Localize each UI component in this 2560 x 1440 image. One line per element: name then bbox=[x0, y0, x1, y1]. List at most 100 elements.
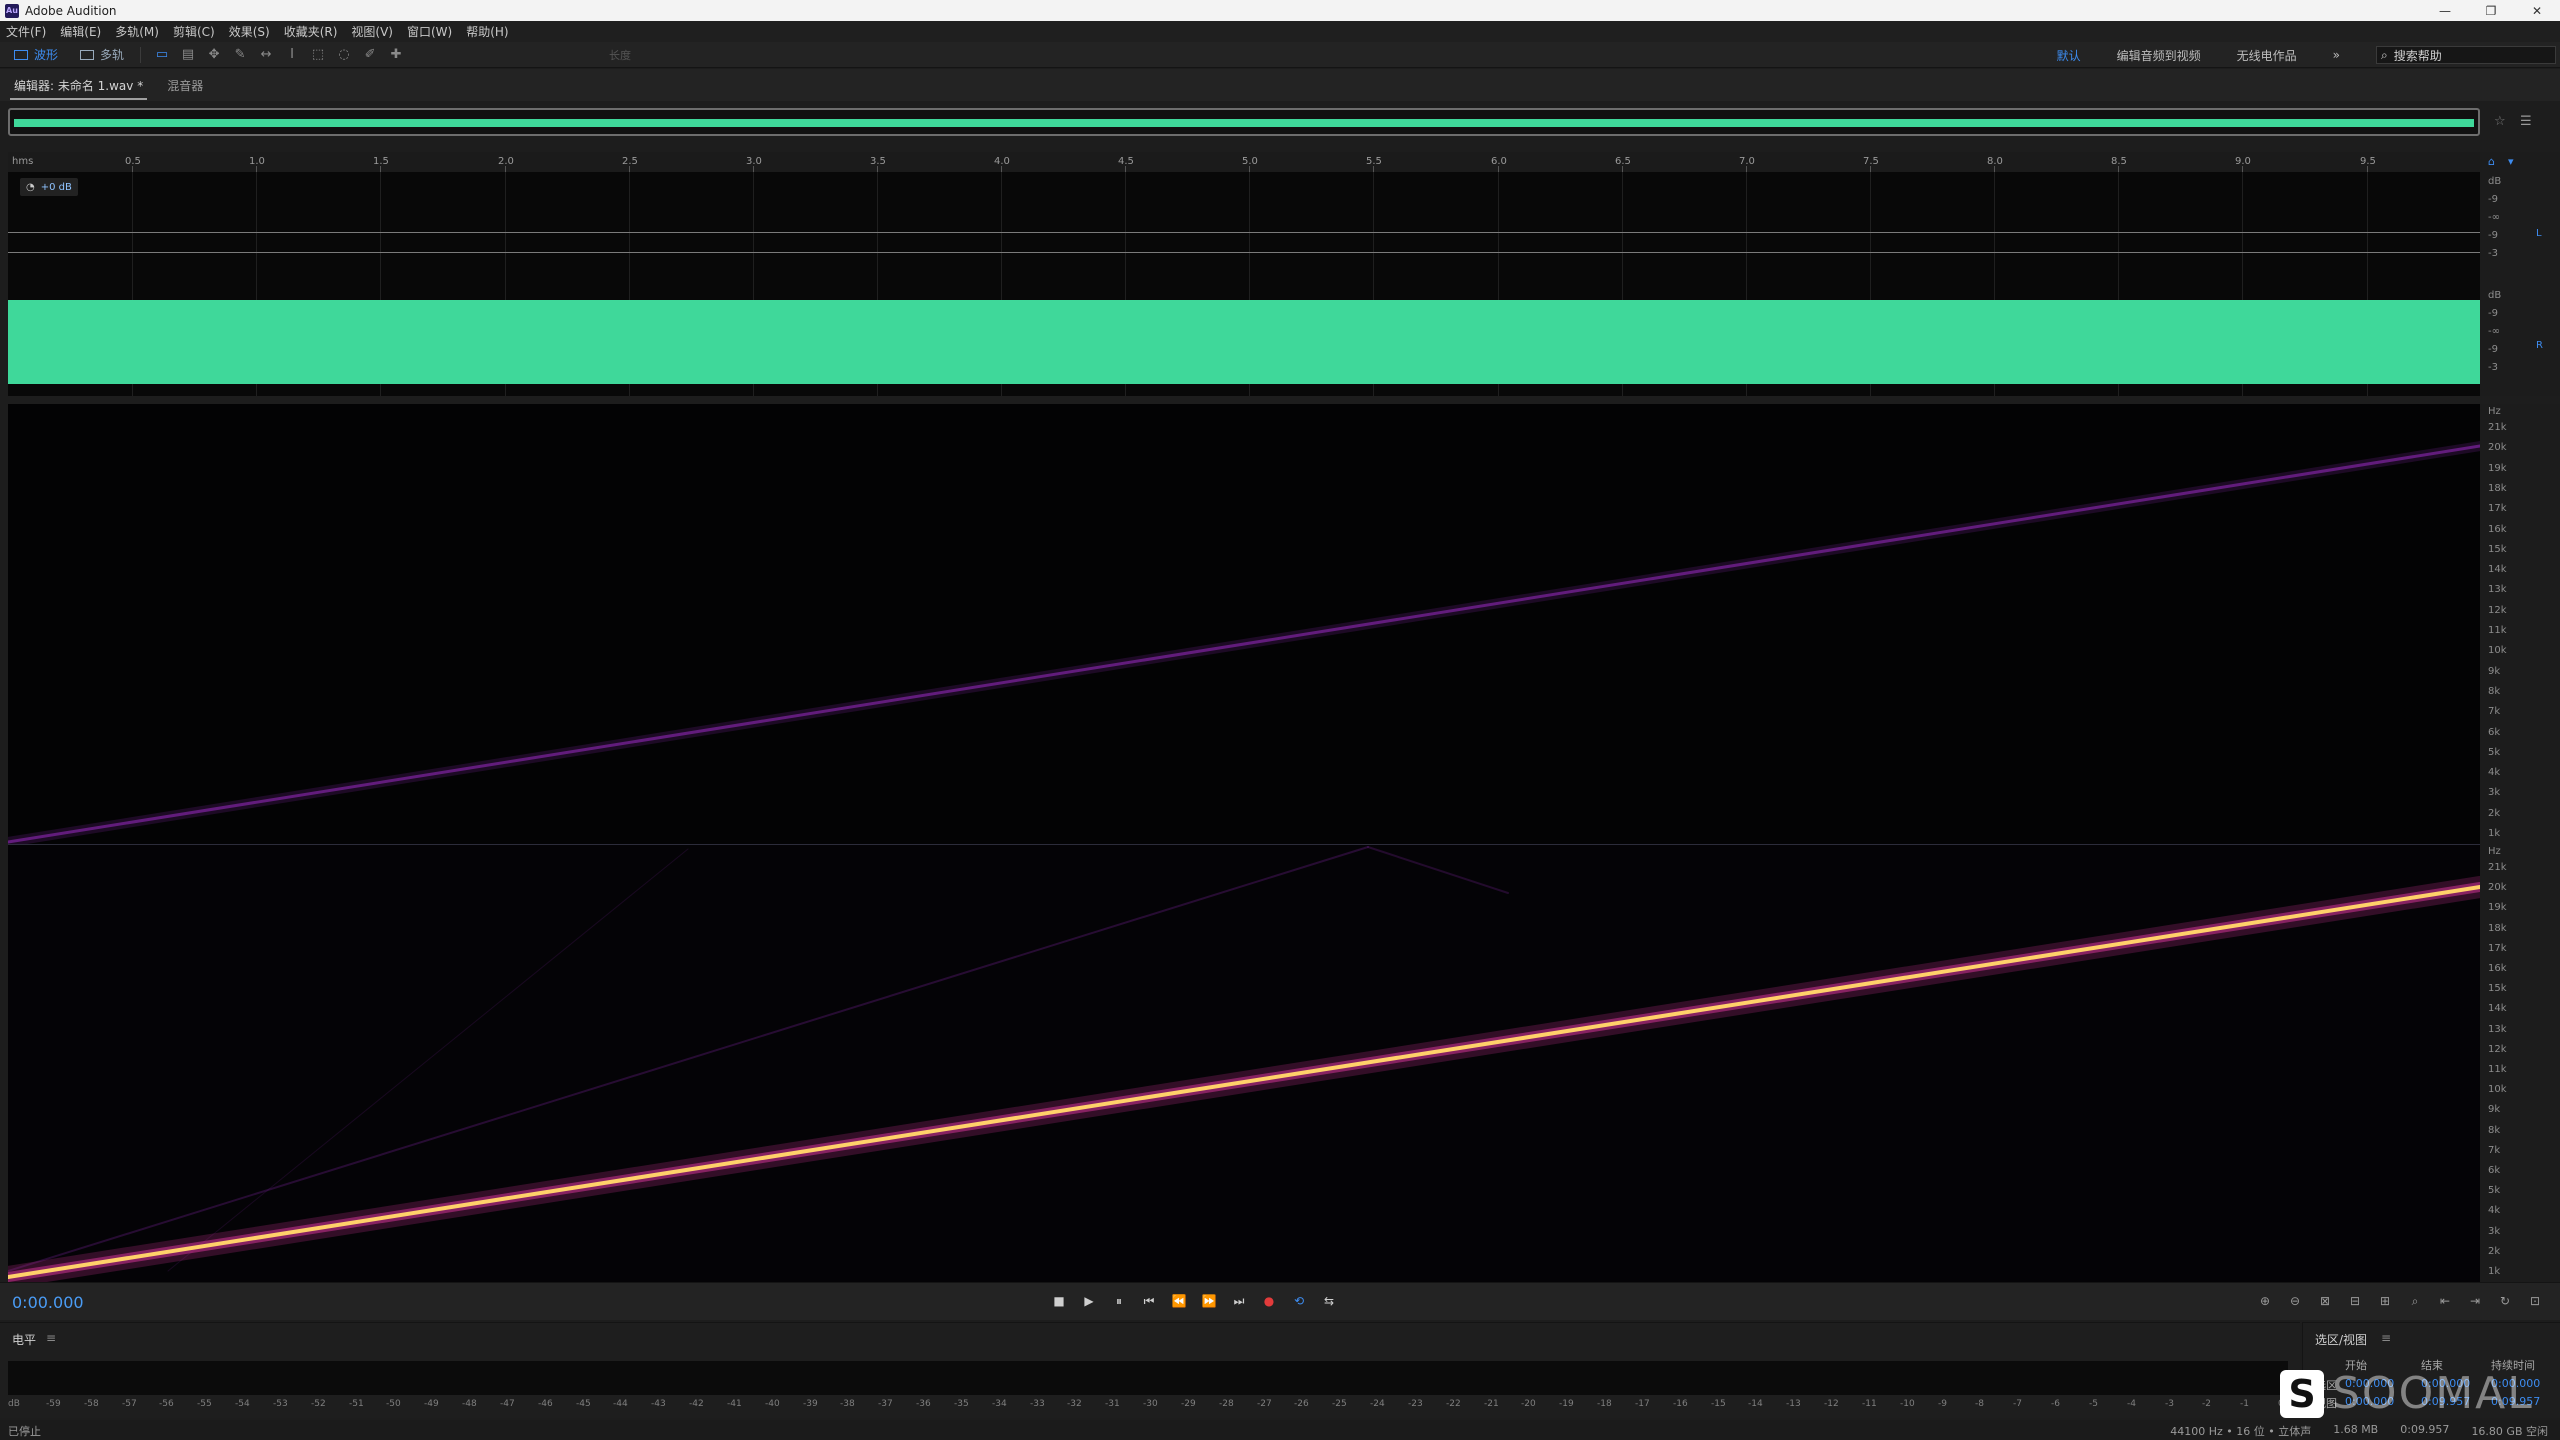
levels-title: 电平 bbox=[12, 1333, 37, 1347]
stop-button[interactable]: ■ bbox=[1044, 1291, 1074, 1311]
zoom-to-fit-icon[interactable]: ☆ bbox=[2494, 114, 2506, 129]
lasso-select-icon[interactable]: ◌ bbox=[337, 47, 351, 62]
level-scale-label: -6 bbox=[2051, 1399, 2060, 1409]
waveform-mode-button[interactable]: 波形 bbox=[6, 45, 66, 65]
frequency-scale-label: 5k bbox=[2488, 1185, 2501, 1196]
record-button[interactable]: ● bbox=[1254, 1291, 1284, 1311]
tab-editor[interactable]: 编辑器: 未命名 1.wav * bbox=[10, 69, 148, 100]
zoom-out-amplitude-icon[interactable]: ⊖ bbox=[2280, 1291, 2310, 1311]
level-scale-label: -44 bbox=[613, 1399, 628, 1409]
spectrogram-left-canvas bbox=[8, 441, 2480, 844]
workspace-more-button[interactable]: » bbox=[2333, 48, 2340, 62]
level-scale-label: -21 bbox=[1484, 1399, 1499, 1409]
spot-healing-icon[interactable]: ✚ bbox=[389, 47, 403, 62]
frequency-unit-label: Hz bbox=[2488, 846, 2501, 857]
amplitude-scale-label: -9 bbox=[2488, 194, 2498, 205]
menu-view[interactable]: 视图(V) bbox=[351, 23, 393, 40]
frequency-scale-label: 13k bbox=[2488, 584, 2507, 595]
zoom-extra-icon[interactable]: ⊡ bbox=[2520, 1291, 2550, 1311]
amplitude-scale-label: dB bbox=[2488, 176, 2502, 187]
volume-knob-icon[interactable]: ◔ bbox=[26, 182, 35, 193]
frequency-display-icon[interactable]: ▭ bbox=[155, 47, 169, 62]
frequency-scale-label: 3k bbox=[2488, 1226, 2501, 1237]
frequency-scale-label: 15k bbox=[2488, 544, 2507, 555]
menu-window[interactable]: 窗口(W) bbox=[407, 23, 452, 40]
ruler-unit-label: hms bbox=[12, 156, 34, 167]
close-button[interactable]: ✕ bbox=[2514, 0, 2560, 21]
amplitude-scale-label: -∞ bbox=[2488, 326, 2500, 337]
menu-edit[interactable]: 编辑(E) bbox=[60, 23, 101, 40]
spectrogram-left[interactable] bbox=[8, 404, 2480, 844]
frequency-scale-label: 9k bbox=[2488, 666, 2501, 677]
play-button[interactable]: ▶ bbox=[1074, 1291, 1104, 1311]
level-scale-label: -23 bbox=[1408, 1399, 1423, 1409]
volume-hud[interactable]: ◔ +0 dB bbox=[20, 178, 78, 196]
level-scale-label: -40 bbox=[765, 1399, 780, 1409]
spectrogram-right[interactable] bbox=[8, 844, 2480, 1283]
zoom-out-point-icon[interactable]: ⇥ bbox=[2460, 1291, 2490, 1311]
zoom-in-point-icon[interactable]: ⇤ bbox=[2430, 1291, 2460, 1311]
go-to-end-button[interactable]: ⏭ bbox=[1224, 1291, 1254, 1311]
level-scale-label: -53 bbox=[273, 1399, 288, 1409]
slip-tool-icon[interactable]: ↔ bbox=[259, 47, 273, 62]
level-scale-label: -28 bbox=[1219, 1399, 1234, 1409]
selection-view-menu-icon[interactable]: ≡ bbox=[2381, 1331, 2391, 1345]
zoom-selection-icon[interactable]: ⌕ bbox=[2400, 1291, 2430, 1311]
skip-selection-button[interactable]: ⇆ bbox=[1314, 1291, 1344, 1311]
zoom-in-time-icon[interactable]: ⊠ bbox=[2310, 1291, 2340, 1311]
pause-button[interactable]: ⏸ bbox=[1104, 1291, 1134, 1311]
zoom-reset-icon[interactable]: ↻ bbox=[2490, 1291, 2520, 1311]
app-logo: Au bbox=[5, 3, 19, 18]
frequency-scale-label: 21k bbox=[2488, 422, 2507, 433]
workspace-default[interactable]: 默认 bbox=[2057, 47, 2081, 64]
zoom-out-full-icon[interactable]: ⊞ bbox=[2370, 1291, 2400, 1311]
menu-file[interactable]: 文件(F) bbox=[6, 23, 46, 40]
workspace-edit-to-video[interactable]: 编辑音频到视频 bbox=[2117, 47, 2201, 64]
level-scale-label: -36 bbox=[916, 1399, 931, 1409]
tab-mixer[interactable]: 混音器 bbox=[163, 69, 207, 98]
rewind-button[interactable]: ⏪ bbox=[1164, 1291, 1194, 1311]
frequency-scale-label: 4k bbox=[2488, 767, 2501, 778]
marquee-select-icon[interactable]: ⬚ bbox=[311, 47, 325, 62]
go-to-start-button[interactable]: ⏮ bbox=[1134, 1291, 1164, 1311]
fast-forward-button[interactable]: ⏩ bbox=[1194, 1291, 1224, 1311]
menu-multitrack[interactable]: 多轨(M) bbox=[115, 23, 159, 40]
menu-clip[interactable]: 剪辑(C) bbox=[173, 23, 215, 40]
spectral-pitch-icon[interactable]: ▤ bbox=[181, 47, 195, 62]
time-selection-icon[interactable]: I bbox=[285, 47, 299, 62]
right-channel-waveform bbox=[8, 300, 2480, 384]
brush-select-icon[interactable]: ✐ bbox=[363, 47, 377, 62]
frequency-scale-label: 14k bbox=[2488, 564, 2507, 575]
scale-filter-icon[interactable]: ▾ bbox=[2508, 155, 2514, 168]
channel-left-toggle[interactable]: L bbox=[2536, 228, 2542, 239]
zoom-out-time-icon[interactable]: ⊟ bbox=[2340, 1291, 2370, 1311]
overview-navigator[interactable] bbox=[8, 108, 2480, 136]
amplitude-scale: dB -9 -∞ -9 -3 dB -9 -∞ -9 -3 L R bbox=[2480, 172, 2560, 396]
multitrack-mode-button[interactable]: 多轨 bbox=[72, 45, 132, 65]
maximize-button[interactable]: ❐ bbox=[2468, 0, 2514, 21]
workspace-radio[interactable]: 无线电作品 bbox=[2237, 47, 2297, 64]
move-tool-icon[interactable]: ✥ bbox=[207, 47, 221, 62]
menu-help[interactable]: 帮助(H) bbox=[466, 23, 508, 40]
frequency-scale-label: 6k bbox=[2488, 727, 2501, 738]
menu-bar: 文件(F) 编辑(E) 多轨(M) 剪辑(C) 效果(S) 收藏夹(R) 视图(… bbox=[0, 21, 2560, 42]
minimize-button[interactable]: — bbox=[2422, 0, 2468, 21]
waveform-view[interactable]: ◔ +0 dB bbox=[8, 172, 2480, 396]
menu-effects[interactable]: 效果(S) bbox=[229, 23, 270, 40]
menu-favorites[interactable]: 收藏夹(R) bbox=[284, 23, 338, 40]
help-search-input[interactable]: ⌕ 搜索帮助 bbox=[2376, 46, 2556, 64]
time-ruler[interactable]: hms 0.5 1.0 1.5 2.0 2.5 3.0 3.5 4.0 4.5 5.0 5.5 6.0… bbox=[8, 152, 2480, 172]
levels-menu-icon[interactable]: ≡ bbox=[46, 1331, 56, 1345]
duration: 0:09.957 bbox=[2400, 1423, 2450, 1436]
razor-tool-icon[interactable]: ✎ bbox=[233, 47, 247, 62]
scale-lock-icon[interactable]: ⌂ bbox=[2488, 155, 2495, 168]
file-size: 1.68 MB bbox=[2333, 1423, 2379, 1436]
frequency-scale-label: 8k bbox=[2488, 686, 2501, 697]
channel-right-toggle[interactable]: R bbox=[2536, 340, 2543, 351]
loop-button[interactable]: ⟲ bbox=[1284, 1291, 1314, 1311]
panel-menu-icon[interactable]: ☰ bbox=[2520, 114, 2532, 129]
frequency-scale-left: Hz 21k 20k 19k 18k 17k 16k 15k 14k 13k 12k 11k 10k 9k… bbox=[2480, 404, 2560, 844]
level-scale-label: -57 bbox=[122, 1399, 137, 1409]
zoom-in-amplitude-icon[interactable]: ⊕ bbox=[2250, 1291, 2280, 1311]
current-time-display[interactable]: 0:00.000 bbox=[12, 1293, 84, 1312]
